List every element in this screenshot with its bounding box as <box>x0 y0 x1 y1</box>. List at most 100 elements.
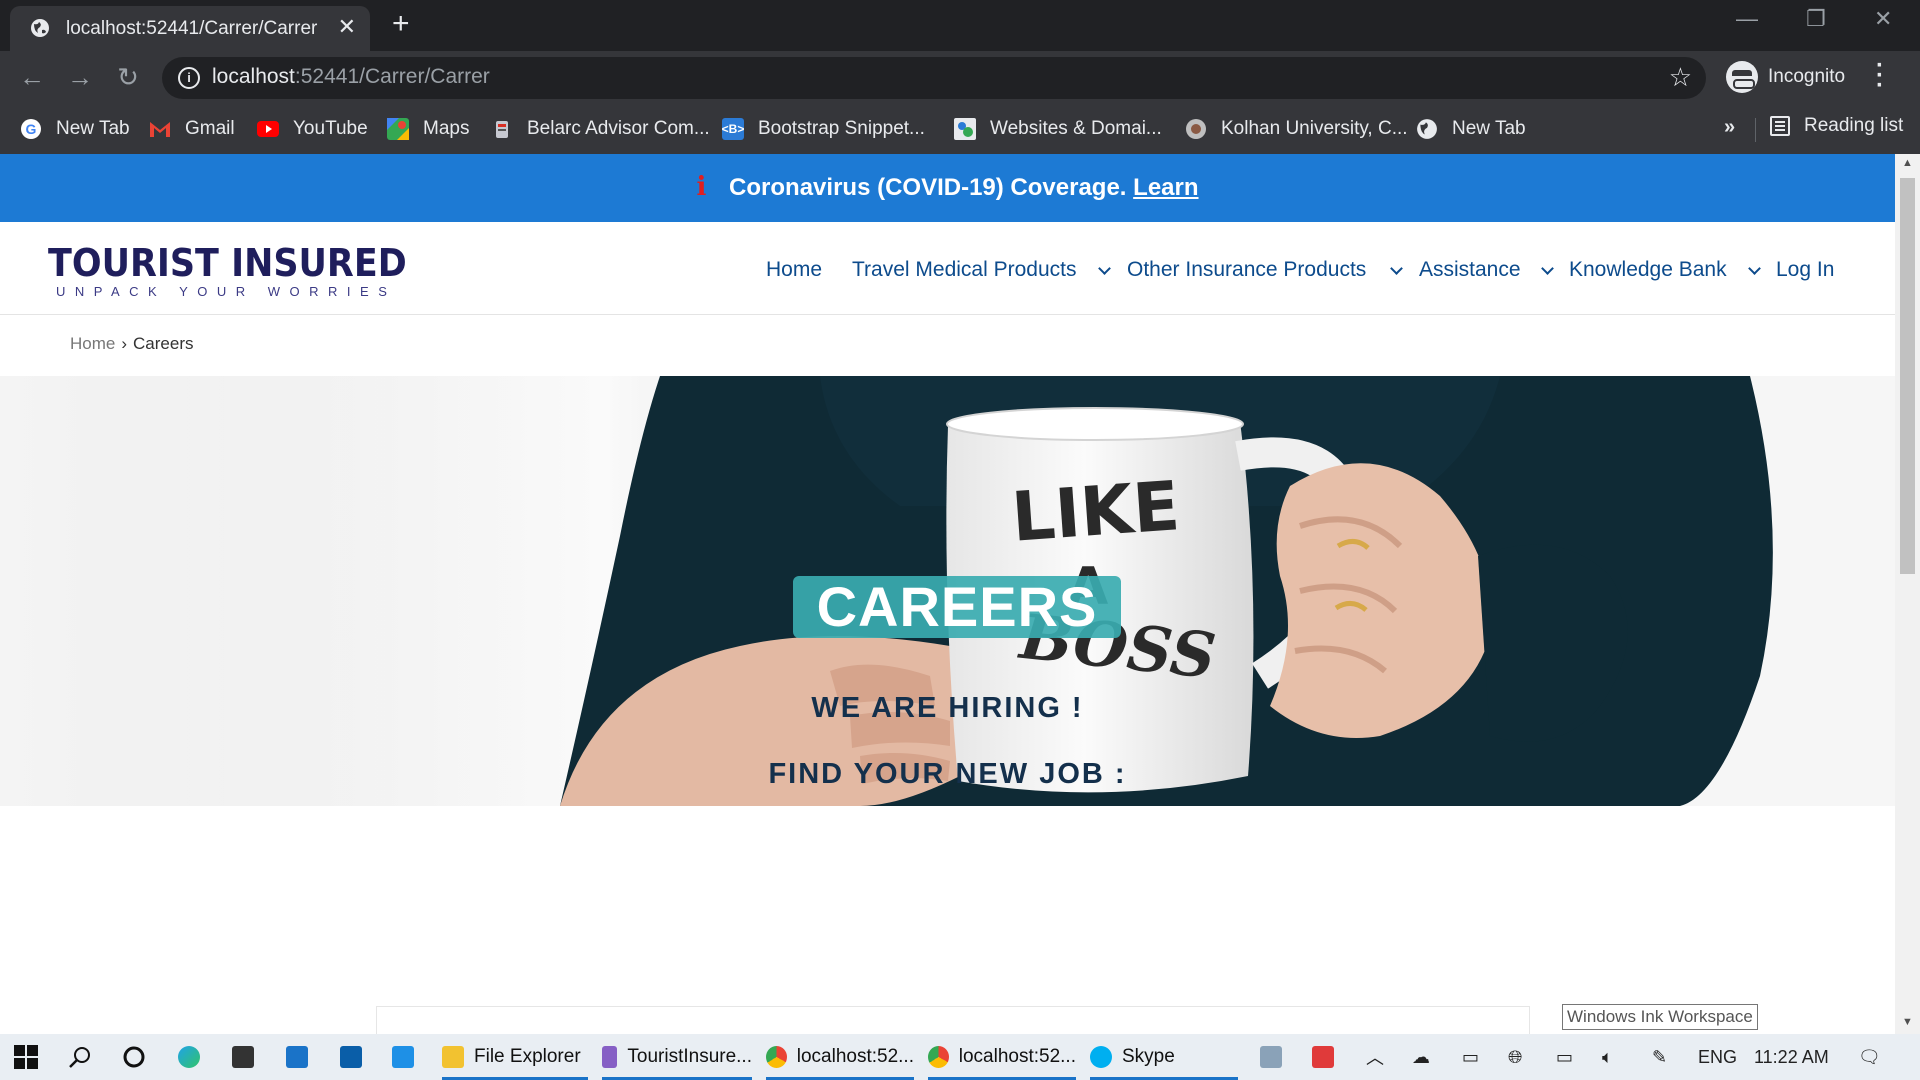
tray-app-icon[interactable] <box>1260 1034 1292 1080</box>
nav-log-in[interactable]: Log In <box>1776 258 1834 282</box>
globe-network-icon: 🌐︎ <box>1508 1046 1523 1067</box>
tray-volume[interactable]: 🔈︎ <box>1602 1034 1613 1080</box>
nav-travel-medical-products[interactable]: Travel Medical Products <box>852 258 1076 282</box>
tray-overflow-chevron[interactable]: ︿ <box>1366 1034 1384 1080</box>
chevron-down-icon[interactable] <box>1541 262 1554 275</box>
site-logo[interactable]: TOURIST INSURED UNPACK YOUR WORRIES <box>48 244 438 299</box>
site-info-icon[interactable]: i <box>178 67 200 89</box>
youtube-icon <box>257 118 279 140</box>
gmail-icon <box>149 118 171 140</box>
scroll-down-icon[interactable]: ▼ <box>1902 1016 1913 1028</box>
breadcrumb-home[interactable]: Home <box>70 334 115 353</box>
taskbar-file-explorer[interactable]: File Explorer <box>442 1034 588 1080</box>
globe-icon <box>31 19 49 37</box>
pen-icon: ✎ <box>1652 1046 1668 1067</box>
search-button[interactable] <box>68 1034 92 1080</box>
nav-knowledge-bank[interactable]: Knowledge Bank <box>1569 258 1727 282</box>
nav-home[interactable]: Home <box>766 258 822 282</box>
close-window-button[interactable]: ✕ <box>1874 6 1892 32</box>
nav-other-insurance-products[interactable]: Other Insurance Products <box>1127 258 1366 282</box>
bookmark-youtube[interactable]: YouTube <box>257 115 368 143</box>
windows-logo-icon <box>14 1045 38 1069</box>
bookmark-websites[interactable]: Websites & Domai... <box>954 115 1162 143</box>
breadcrumb-separator: › <box>121 334 128 353</box>
bookmark-belarc[interactable]: Belarc Advisor Com... <box>491 115 710 143</box>
covid-banner: i Coronavirus (COVID-19) Coverage. Learn <box>0 154 1895 222</box>
chevron-down-icon[interactable] <box>1748 262 1761 275</box>
notification-icon: 🗨︎ <box>1858 1046 1881 1067</box>
bootstrap-icon: <B> <box>722 118 744 140</box>
speaker-icon: 🔈︎ <box>1602 1046 1613 1067</box>
mail-taskbar-button[interactable] <box>286 1034 318 1080</box>
new-tab-button[interactable]: + <box>392 9 410 39</box>
page-scrollbar[interactable]: ▲ ▼ <box>1895 154 1920 1034</box>
minimize-button[interactable]: — <box>1736 6 1758 32</box>
forward-button[interactable]: → <box>66 63 94 91</box>
cortana-icon <box>123 1046 145 1068</box>
address-bar[interactable]: i localhost:52441/Carrer/Carrer ☆ <box>162 57 1706 99</box>
bookmark-star-icon[interactable]: ☆ <box>1669 62 1692 93</box>
tray-clock[interactable]: 11:22 AM <box>1754 1034 1829 1080</box>
info-icon: i <box>696 172 707 202</box>
bookmark-kolhan[interactable]: Kolhan University, C... <box>1185 115 1408 143</box>
bookmark-new-tab-2[interactable]: New Tab <box>1416 115 1526 143</box>
hiring-heading: WE ARE HIRING ! <box>811 692 1084 724</box>
folder-icon <box>442 1046 464 1068</box>
back-button[interactable]: ← <box>18 63 46 91</box>
chevron-up-icon: ︿ <box>1366 1048 1384 1068</box>
tray-meet-now[interactable]: ▭ <box>1462 1034 1479 1080</box>
logo-wordmark: TOURIST INSURED <box>48 241 407 285</box>
tray-language[interactable]: ENG <box>1698 1034 1737 1080</box>
tray-battery[interactable]: ▭ <box>1556 1034 1573 1080</box>
taskbar-skype[interactable]: Skype <box>1090 1034 1238 1080</box>
careers-hero-banner: LIKE A BOSS CAREERS <box>0 376 1895 806</box>
bookmark-gmail[interactable]: Gmail <box>149 115 235 143</box>
store-taskbar-button[interactable] <box>232 1034 264 1080</box>
bookmarks-divider <box>1755 118 1756 142</box>
svg-text:G: G <box>26 121 37 137</box>
visual-studio-icon <box>602 1046 618 1068</box>
chevron-down-icon[interactable] <box>1098 262 1111 275</box>
scroll-up-icon[interactable]: ▲ <box>1902 157 1913 169</box>
mug-text: LIKE <box>1009 467 1182 558</box>
jobs-panel-top <box>376 1006 1530 1034</box>
chevron-down-icon[interactable] <box>1390 262 1403 275</box>
dell-taskbar-button[interactable] <box>340 1034 372 1080</box>
incognito-profile-button[interactable]: Incognito <box>1722 56 1860 98</box>
tray-onedrive[interactable]: ☁ <box>1412 1034 1430 1080</box>
tray-red-app[interactable] <box>1312 1034 1334 1080</box>
taskbar-chrome-2[interactable]: localhost:52... <box>928 1034 1076 1080</box>
windows-ink-tooltip: Windows Ink Workspace <box>1562 1004 1758 1030</box>
more-bookmarks-button[interactable]: » <box>1724 116 1735 139</box>
action-center-button[interactable]: 🗨︎ <box>1858 1034 1881 1080</box>
learn-link[interactable]: Learn <box>1133 174 1198 201</box>
url-text: localhost:52441/Carrer/Carrer <box>212 65 490 88</box>
nav-assistance[interactable]: Assistance <box>1419 258 1521 282</box>
restore-button[interactable]: ❐ <box>1806 6 1826 32</box>
tray-network[interactable]: 🌐︎ <box>1508 1034 1522 1080</box>
google-icon: G <box>20 118 42 140</box>
reload-button[interactable]: ↻ <box>114 63 142 91</box>
app-taskbar-button[interactable] <box>392 1034 424 1080</box>
page-viewport: i Coronavirus (COVID-19) Coverage. Learn… <box>0 154 1895 1034</box>
scrollbar-thumb[interactable] <box>1900 178 1915 574</box>
globe-icon <box>1416 118 1438 140</box>
edge-taskbar-button[interactable] <box>178 1034 210 1080</box>
taskbar-chrome-1[interactable]: localhost:52... <box>766 1034 914 1080</box>
browser-menu-icon[interactable]: · · · <box>1876 54 1884 98</box>
covid-banner-text: Coronavirus (COVID-19) Coverage. <box>729 174 1127 201</box>
browser-tab-active[interactable]: localhost:52441/Carrer/Carrer ✕ <box>10 6 370 51</box>
taskbar-visual-studio[interactable]: TouristInsure... <box>602 1034 752 1080</box>
bookmark-new-tab[interactable]: G New Tab <box>20 115 130 143</box>
bookmark-maps[interactable]: Maps <box>387 115 469 143</box>
page-title: CAREERS <box>816 575 1098 638</box>
reading-list-button[interactable]: Reading list <box>1770 115 1903 137</box>
bookmark-bootstrap[interactable]: <B> Bootstrap Snippet... <box>722 115 925 143</box>
cortana-button[interactable] <box>122 1034 146 1080</box>
dell-icon <box>340 1046 362 1068</box>
start-button[interactable] <box>14 1034 38 1080</box>
tray-ink-workspace[interactable]: ✎ <box>1652 1034 1667 1080</box>
close-tab-icon[interactable]: ✕ <box>338 16 356 38</box>
browser-toolbar: ← → ↻ i localhost:52441/Carrer/Carrer ☆ … <box>0 51 1920 104</box>
maps-icon <box>387 118 409 140</box>
